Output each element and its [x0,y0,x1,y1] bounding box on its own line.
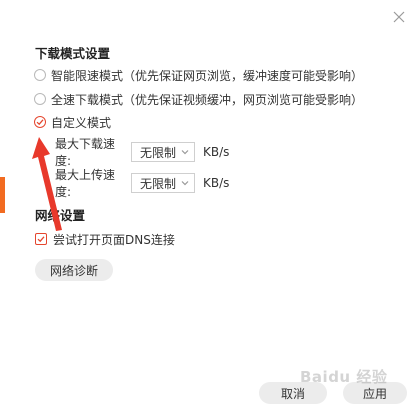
close-button[interactable] [390,8,408,26]
max-download-row: 最大下载速度: 无限制 KB/s [55,137,230,168]
max-upload-row: 最大上传速度: 无限制 KB/s [55,168,230,199]
side-accent-bar [0,177,5,213]
dns-checkbox-label: 尝试打开页面DNS连接 [53,232,175,247]
max-upload-select[interactable]: 无限制 [131,173,195,193]
select-value: 无限制 [140,145,177,160]
red-arrow-annotation [32,137,62,231]
max-download-select[interactable]: 无限制 [131,142,195,162]
radio-custom[interactable]: 自定义模式 [34,113,111,131]
chevron-down-icon [181,181,189,186]
radio-button[interactable] [34,69,46,81]
radio-smart-limit[interactable]: 智能限速模式（优先保证网页浏览，缓冲速度可能受影响） [34,66,363,84]
check-icon [37,236,45,243]
radio-button-checked[interactable] [34,116,46,128]
radio-button[interactable] [34,93,46,105]
radio-label: 全速下载模式（优先保证视频缓冲，网页浏览可能受影响） [51,92,364,107]
check-icon [36,119,44,126]
select-value: 无限制 [140,176,177,191]
radio-label: 自定义模式 [51,115,112,130]
radio-full-speed[interactable]: 全速下载模式（优先保证视频缓冲，网页浏览可能受影响） [34,90,363,108]
baidu-watermark: Baidu 经验 [300,368,388,386]
unit-label: KB/s [203,176,230,190]
unit-label: KB/s [203,145,230,159]
radio-label: 智能限速模式（优先保证网页浏览，缓冲速度可能受影响） [51,68,364,83]
close-icon [393,11,405,23]
download-mode-title: 下载模式设置 [35,46,111,61]
chevron-down-icon [181,150,189,155]
network-diagnose-button[interactable]: 网络诊断 [35,259,113,281]
